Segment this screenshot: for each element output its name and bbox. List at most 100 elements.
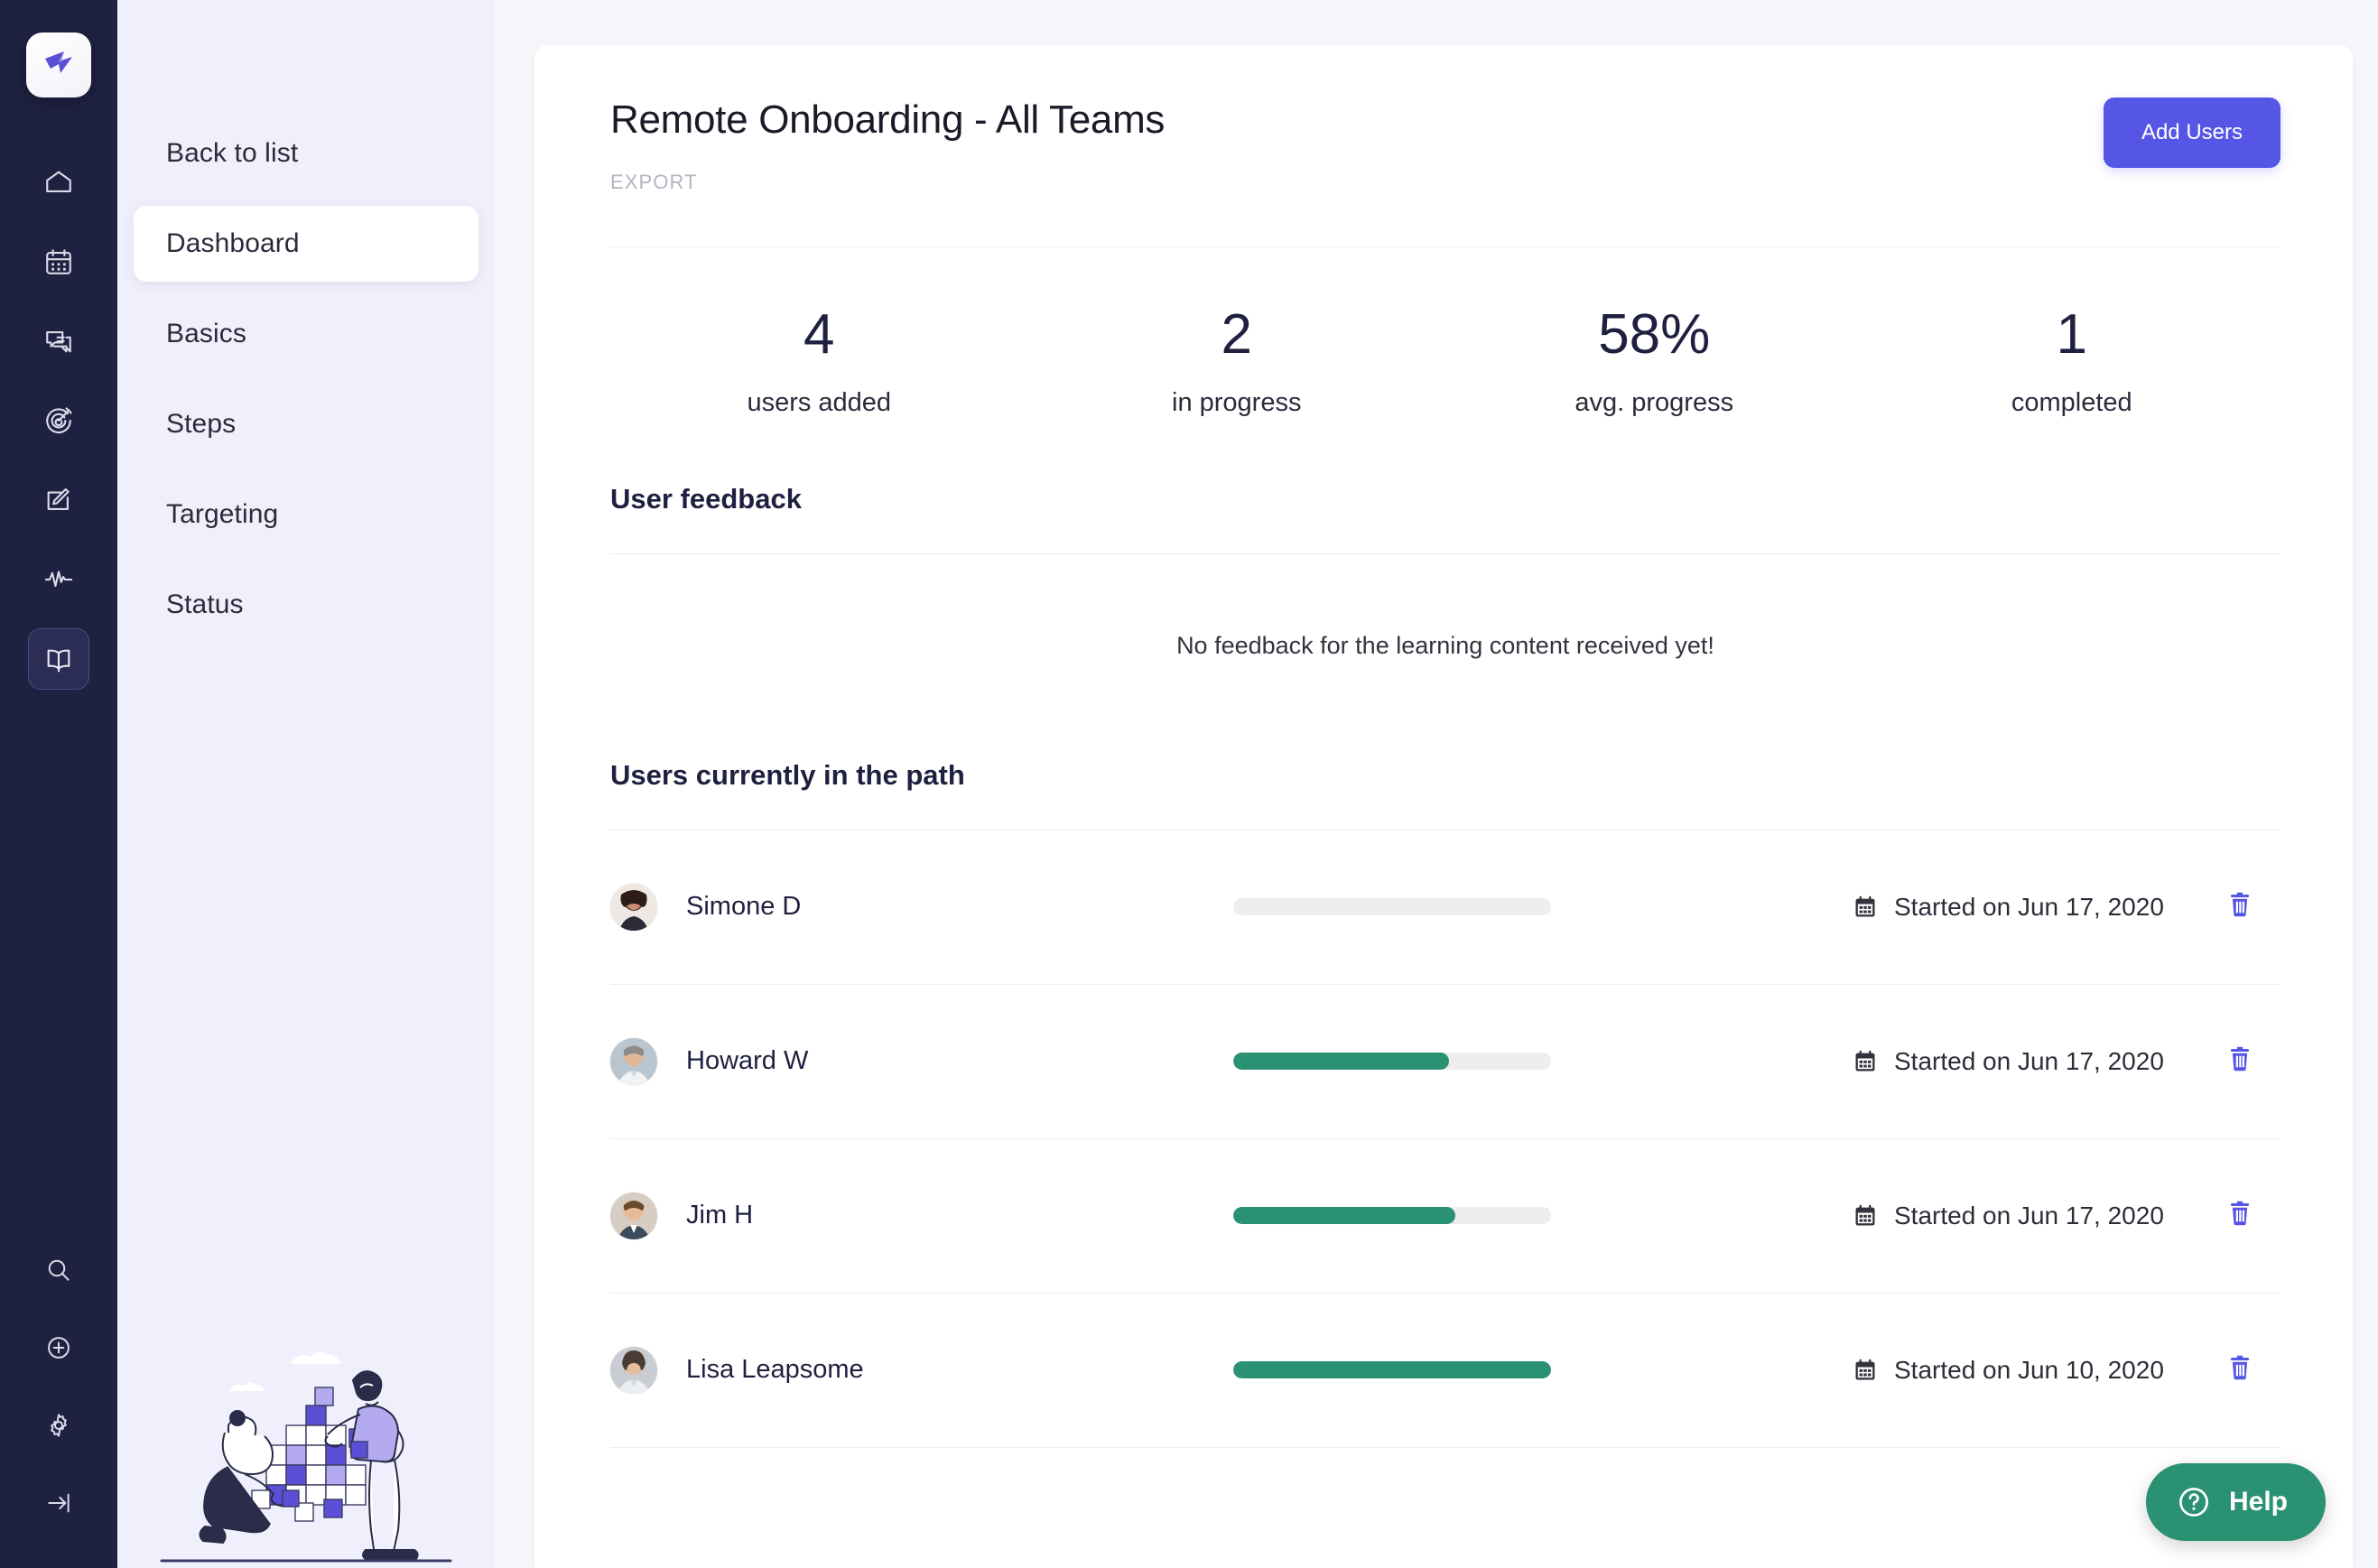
avatar xyxy=(610,1347,657,1394)
stat-users-added: 4 users added xyxy=(610,307,1028,418)
table-row: Jim H xyxy=(610,1139,2280,1294)
calendar-icon xyxy=(1853,1203,1878,1229)
bird-logo-icon xyxy=(39,43,79,88)
sidebar-item-dashboard[interactable]: Dashboard xyxy=(134,206,478,282)
progress-track xyxy=(1233,1207,1551,1224)
rail-item-learning[interactable] xyxy=(28,628,89,690)
help-button[interactable]: Help xyxy=(2146,1463,2326,1541)
progress-track xyxy=(1233,898,1551,915)
header-divider xyxy=(610,246,2280,247)
page-title: Remote Onboarding - All Teams xyxy=(610,97,1165,144)
table-row: Simone D xyxy=(610,830,2280,985)
trash-icon xyxy=(2226,1354,2253,1386)
sidebar-item-basics[interactable]: Basics xyxy=(134,296,478,372)
avatar xyxy=(610,884,657,931)
progress-cell xyxy=(1233,898,1829,915)
calendar-icon xyxy=(1853,895,1878,920)
delete-user-button[interactable] xyxy=(2199,891,2280,923)
icon-rail xyxy=(0,0,117,1568)
sidebar-item-label: Status xyxy=(166,589,244,620)
rail-item-reviews[interactable] xyxy=(28,469,89,531)
rail-item-messages[interactable] xyxy=(28,311,89,372)
progress-track xyxy=(1233,1053,1551,1070)
rail-item-analytics[interactable] xyxy=(28,549,89,610)
progress-fill xyxy=(1233,1053,1449,1070)
users-in-path-title: Users currently in the path xyxy=(610,759,2280,792)
progress-fill xyxy=(1233,1361,1551,1378)
table-row: Lisa Leapsome xyxy=(610,1294,2280,1448)
home-icon xyxy=(43,167,74,198)
stat-completed: 1 completed xyxy=(1863,307,2281,418)
stat-value: 4 xyxy=(610,307,1028,363)
app-root: Back to list Dashboard Basics Steps Targ… xyxy=(0,0,2378,1568)
people-building-blocks-illustration xyxy=(117,1297,495,1568)
stat-avg-progress: 58% avg. progress xyxy=(1445,307,1863,418)
avatar xyxy=(610,1192,657,1239)
content-card: Remote Onboarding - All Teams EXPORT Add… xyxy=(534,45,2353,1568)
start-date-text: Started on Jun 17, 2020 xyxy=(1894,1047,2164,1076)
progress-track xyxy=(1233,1361,1551,1378)
chat-icon xyxy=(43,326,74,357)
question-circle-icon xyxy=(2177,1485,2211,1519)
page-header-left: Remote Onboarding - All Teams EXPORT xyxy=(610,97,1165,194)
rail-item-settings[interactable] xyxy=(28,1395,89,1456)
start-date-text: Started on Jun 10, 2020 xyxy=(1894,1356,2164,1385)
trash-icon xyxy=(2226,1200,2253,1231)
delete-user-button[interactable] xyxy=(2199,1045,2280,1077)
avatar xyxy=(610,1038,657,1085)
user-name: Lisa Leapsome xyxy=(686,1355,864,1385)
user-identity: Lisa Leapsome xyxy=(610,1347,1233,1394)
main-area: Remote Onboarding - All Teams EXPORT Add… xyxy=(495,0,2378,1568)
plus-circle-icon xyxy=(44,1333,73,1362)
sidebar-item-back-to-list[interactable]: Back to list xyxy=(134,116,478,191)
trash-icon xyxy=(2226,1045,2253,1077)
add-users-button[interactable]: Add Users xyxy=(2104,97,2280,168)
calendar-icon xyxy=(1853,1358,1878,1383)
sidebar-item-steps[interactable]: Steps xyxy=(134,386,478,462)
help-label: Help xyxy=(2229,1487,2288,1517)
stat-value: 2 xyxy=(1028,307,1446,363)
book-icon xyxy=(43,644,74,674)
delete-user-button[interactable] xyxy=(2199,1354,2280,1386)
sidebar-item-status[interactable]: Status xyxy=(134,567,478,643)
rail-top-group xyxy=(28,152,89,708)
stat-label: in progress xyxy=(1028,388,1446,418)
stats-row: 4 users added 2 in progress 58% avg. pro… xyxy=(610,307,2280,418)
calendar-icon xyxy=(1853,1049,1878,1074)
user-identity: Simone D xyxy=(610,884,1233,931)
stat-in-progress: 2 in progress xyxy=(1028,307,1446,418)
rail-item-goals[interactable] xyxy=(28,390,89,451)
stat-value: 58% xyxy=(1445,307,1863,363)
stat-label: users added xyxy=(610,388,1028,418)
sidebar-item-label: Dashboard xyxy=(166,228,300,259)
user-feedback-divider xyxy=(610,553,2280,554)
rail-item-calendar[interactable] xyxy=(28,231,89,292)
pulse-icon xyxy=(43,564,74,595)
rail-item-home[interactable] xyxy=(28,152,89,213)
user-name: Jim H xyxy=(686,1201,753,1230)
page-header: Remote Onboarding - All Teams EXPORT Add… xyxy=(610,97,2280,194)
stat-label: completed xyxy=(1863,388,2281,418)
rail-item-search[interactable] xyxy=(28,1239,89,1301)
sidebar-item-label: Targeting xyxy=(166,499,278,530)
delete-user-button[interactable] xyxy=(2199,1200,2280,1231)
feedback-empty-message: No feedback for the learning content rec… xyxy=(610,632,2280,660)
start-date-text: Started on Jun 17, 2020 xyxy=(1894,893,2164,922)
rail-item-logout[interactable] xyxy=(28,1472,89,1534)
logout-icon xyxy=(44,1489,73,1517)
sidebar-item-targeting[interactable]: Targeting xyxy=(134,477,478,552)
start-date: Started on Jun 10, 2020 xyxy=(1829,1356,2199,1385)
trash-icon xyxy=(2226,891,2253,923)
table-row: Howard W xyxy=(610,985,2280,1139)
app-logo[interactable] xyxy=(26,32,91,97)
sidebar-item-label: Basics xyxy=(166,319,246,349)
rail-item-create[interactable] xyxy=(28,1317,89,1378)
user-name: Howard W xyxy=(686,1046,808,1076)
user-identity: Howard W xyxy=(610,1038,1233,1085)
sidebar-item-label: Steps xyxy=(166,409,236,440)
export-link[interactable]: EXPORT xyxy=(610,171,698,194)
start-date: Started on Jun 17, 2020 xyxy=(1829,1202,2199,1230)
start-date: Started on Jun 17, 2020 xyxy=(1829,1047,2199,1076)
target-icon xyxy=(43,405,74,436)
edit-icon xyxy=(43,485,74,515)
